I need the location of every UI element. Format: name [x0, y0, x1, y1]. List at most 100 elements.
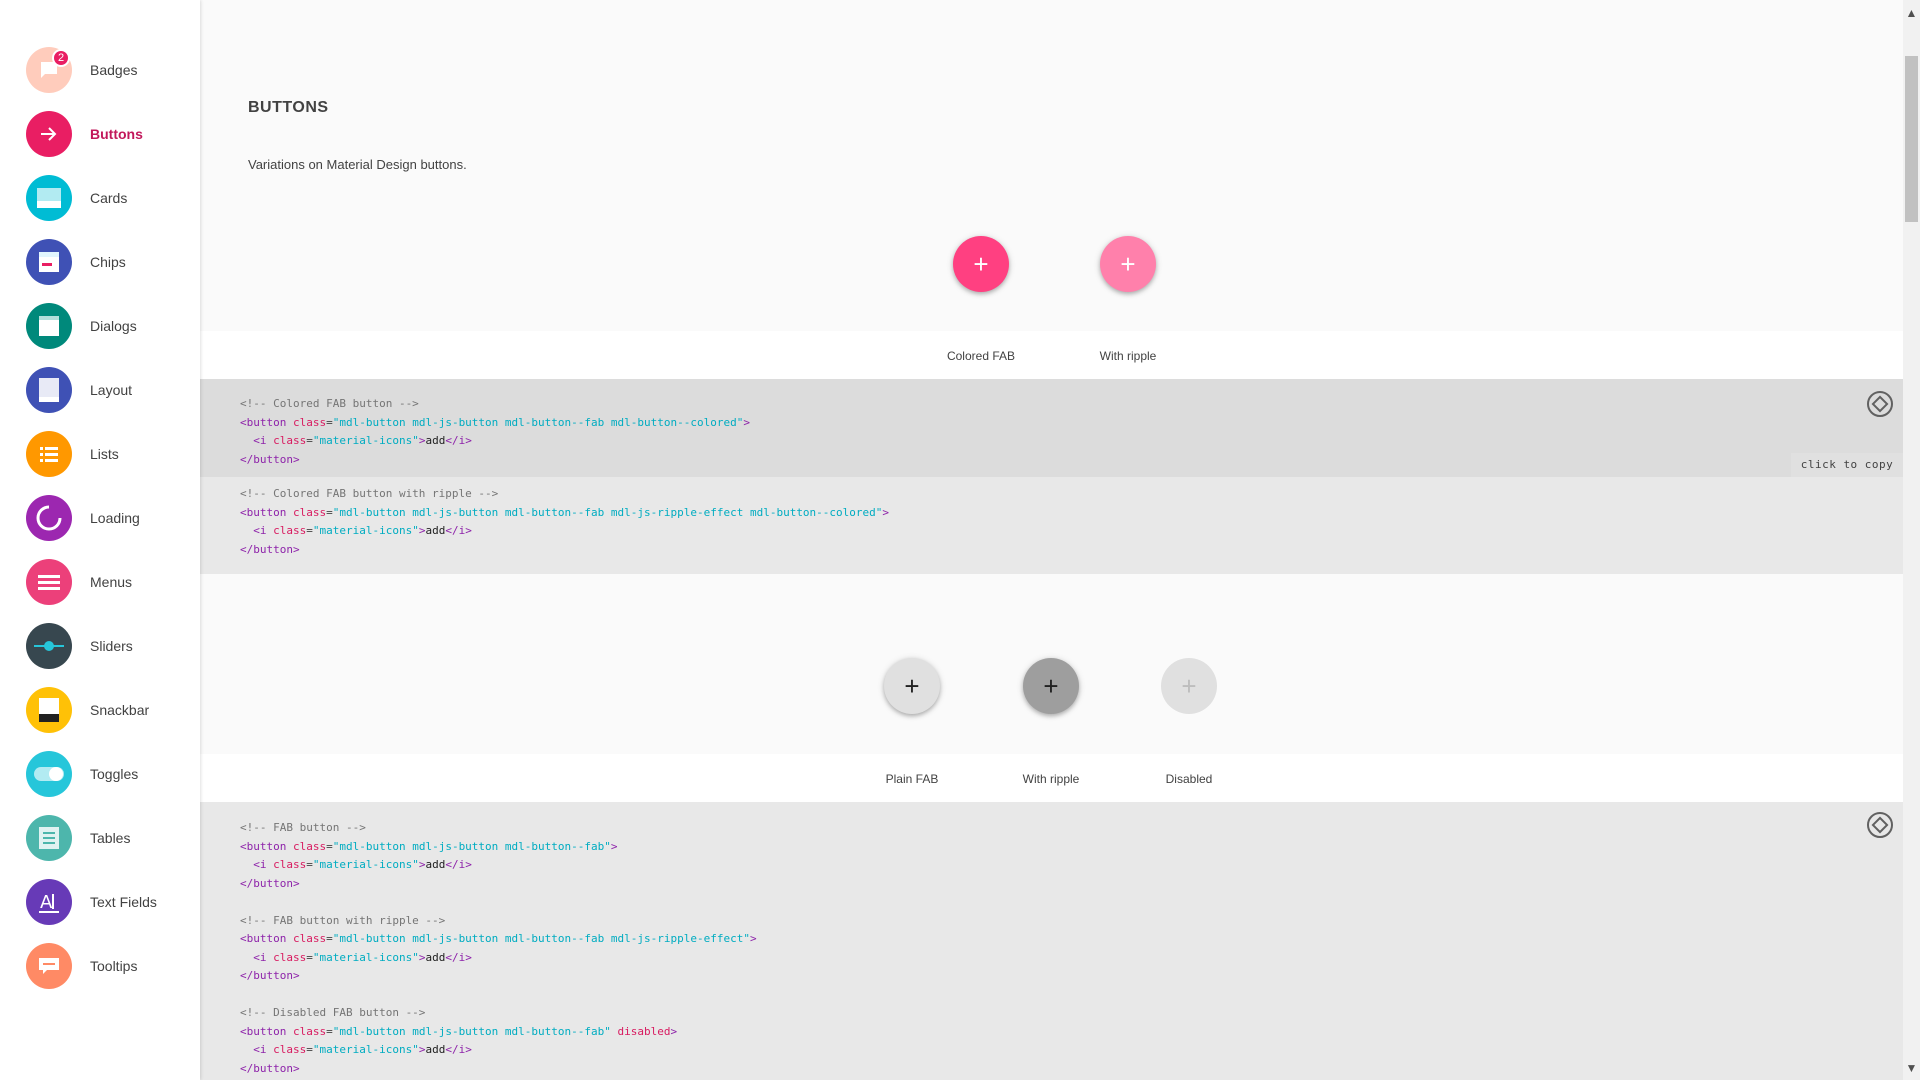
tooltip-icon: [26, 943, 72, 989]
code-value: "mdl-button mdl-js-button mdl-button--fa…: [332, 932, 750, 945]
scroll-down-icon[interactable]: ▼: [1903, 1059, 1920, 1076]
sidebar-item-menus[interactable]: Menus: [0, 550, 200, 614]
dialog-icon: [26, 303, 72, 349]
sidebar-item-layout[interactable]: Layout: [0, 358, 200, 422]
slider-icon: [26, 623, 72, 669]
chip-icon: [26, 239, 72, 285]
sidebar-item-snackbar[interactable]: Snackbar: [0, 678, 200, 742]
sidebar-item-label: Text Fields: [90, 894, 157, 910]
sidebar-item-label: Badges: [90, 62, 138, 78]
table-icon: [26, 815, 72, 861]
add-icon: +: [904, 671, 920, 701]
sidebar-item-lists[interactable]: Lists: [0, 422, 200, 486]
sidebar-item-toggles[interactable]: Toggles: [0, 742, 200, 806]
code-snippet-colored-fab-ripple[interactable]: <!-- Colored FAB button with ripple --> …: [200, 477, 1903, 574]
add-icon: +: [1043, 671, 1059, 701]
sidebar-item-text-fields[interactable]: A Text Fields: [0, 870, 200, 934]
sidebar-item-badges[interactable]: 2 Badges: [0, 38, 200, 102]
code-value: "mdl-button mdl-js-button mdl-button--fa…: [332, 1024, 611, 1038]
sidebar-item-label: Loading: [90, 510, 140, 526]
plain-fab-ripple-button[interactable]: +: [1023, 658, 1079, 714]
code-tag: <button: [240, 839, 287, 853]
code-value: "material-icons": [312, 858, 419, 871]
code-tag: <button: [240, 932, 287, 945]
code-tag: </i>: [445, 434, 472, 447]
sidebar-item-label: Toggles: [90, 766, 139, 782]
plain-fab-demo: + + +: [200, 574, 1903, 754]
code-comment: <!-- Colored FAB button -->: [240, 397, 419, 410]
code-snippet-fab[interactable]: <!-- FAB button --> <button class="mdl-b…: [200, 802, 1903, 1080]
code-value: "material-icons": [312, 434, 419, 447]
add-icon: +: [1181, 671, 1197, 701]
plain-fab-button[interactable]: +: [884, 658, 940, 714]
code-text: add: [425, 1043, 446, 1056]
code-tag: </button>: [240, 876, 300, 890]
code-value: "material-icons": [312, 524, 419, 537]
code-tag: </button>: [240, 1061, 300, 1075]
code-attr: class: [292, 932, 327, 945]
code-text: add: [425, 524, 446, 537]
code-tag: <i: [253, 950, 267, 964]
caption-colored-fab: Colored FAB: [946, 349, 1016, 363]
vertical-scrollbar[interactable]: ▲ ▼: [1903, 0, 1920, 1080]
sidebar-item-dialogs[interactable]: Dialogs: [0, 294, 200, 358]
code-text: add: [425, 950, 446, 964]
sidebar-item-chips[interactable]: Chips: [0, 230, 200, 294]
sidebar-item-label: Lists: [90, 446, 119, 462]
scroll-thumb[interactable]: [1905, 56, 1918, 222]
caption-with-ripple: With ripple: [1099, 349, 1157, 363]
code-attr: class: [273, 434, 307, 447]
code-tag: <button: [240, 415, 287, 429]
colored-fab-ripple-button[interactable]: +: [1100, 236, 1156, 292]
colored-fab-button[interactable]: +: [953, 236, 1009, 292]
toggle-icon: [26, 751, 72, 797]
page-description: Variations on Material Design buttons.: [248, 157, 467, 172]
sidebar-item-loading[interactable]: Loading: [0, 486, 200, 550]
caption-plain-fab: Plain FAB: [885, 772, 939, 786]
code-tag: <i: [253, 1043, 267, 1056]
sidebar-item-label: Layout: [90, 382, 133, 398]
sidebar-item-buttons[interactable]: Buttons: [0, 102, 200, 166]
code-attr: class: [273, 950, 307, 964]
code-comment: <!-- FAB button with ripple -->: [240, 913, 446, 927]
code-tag: </button>: [240, 969, 300, 982]
code-value: "mdl-button mdl-js-button mdl-button--fa…: [332, 505, 883, 519]
sidebar-item-sliders[interactable]: Sliders: [0, 614, 200, 678]
code-attr: class: [273, 524, 307, 537]
code-comment: <!-- Disabled FAB button -->: [240, 1006, 426, 1019]
snackbar-icon: [26, 687, 72, 733]
caption-with-ripple: With ripple: [1022, 772, 1080, 786]
code-tag: </button>: [240, 452, 300, 466]
copy-code-icon[interactable]: [1867, 391, 1893, 417]
code-attr: class: [292, 1024, 327, 1038]
scroll-up-icon[interactable]: ▲: [1903, 4, 1920, 21]
code-tag: </i>: [445, 524, 472, 537]
colored-fab-demo: + +: [200, 200, 1903, 331]
sidebar-item-label: Tables: [90, 830, 131, 846]
loading-icon: [26, 495, 72, 541]
code-attr: class: [292, 505, 327, 519]
sidebar-item-tables[interactable]: Tables: [0, 806, 200, 870]
card-icon: [26, 175, 72, 221]
code-tag: <i: [253, 858, 267, 871]
code-tag: </i>: [445, 950, 472, 964]
sidebar-item-label: Sliders: [90, 638, 133, 654]
sidebar-item-label: Buttons: [90, 126, 143, 142]
add-icon: +: [1120, 249, 1136, 279]
click-to-copy-button[interactable]: click to copy: [1791, 453, 1903, 477]
code-snippet-colored-fab[interactable]: <!-- Colored FAB button --> <button clas…: [200, 379, 1903, 477]
text-field-icon: A: [26, 879, 72, 925]
code-value: "mdl-button mdl-js-button mdl-button--fa…: [332, 839, 611, 853]
sidebar-item-tooltips[interactable]: Tooltips: [0, 934, 200, 998]
copy-code-icon[interactable]: [1867, 812, 1893, 838]
sidebar-item-label: Snackbar: [90, 702, 150, 718]
sidebar-item-cards[interactable]: Cards: [0, 166, 200, 230]
code-value: "material-icons": [312, 1043, 419, 1056]
code-comment: <!-- Colored FAB button with ripple -->: [240, 487, 499, 500]
sidebar: 2 Badges Buttons Cards Chips Dialogs Layout Lis…: [0, 0, 200, 1080]
code-comment: <!-- FAB button -->: [240, 821, 366, 834]
arrow-forward-icon: [26, 111, 72, 157]
sidebar-item-label: Tooltips: [90, 958, 138, 974]
code-keyword: disabled: [617, 1024, 671, 1038]
page-title: BUTTONS: [248, 99, 329, 116]
